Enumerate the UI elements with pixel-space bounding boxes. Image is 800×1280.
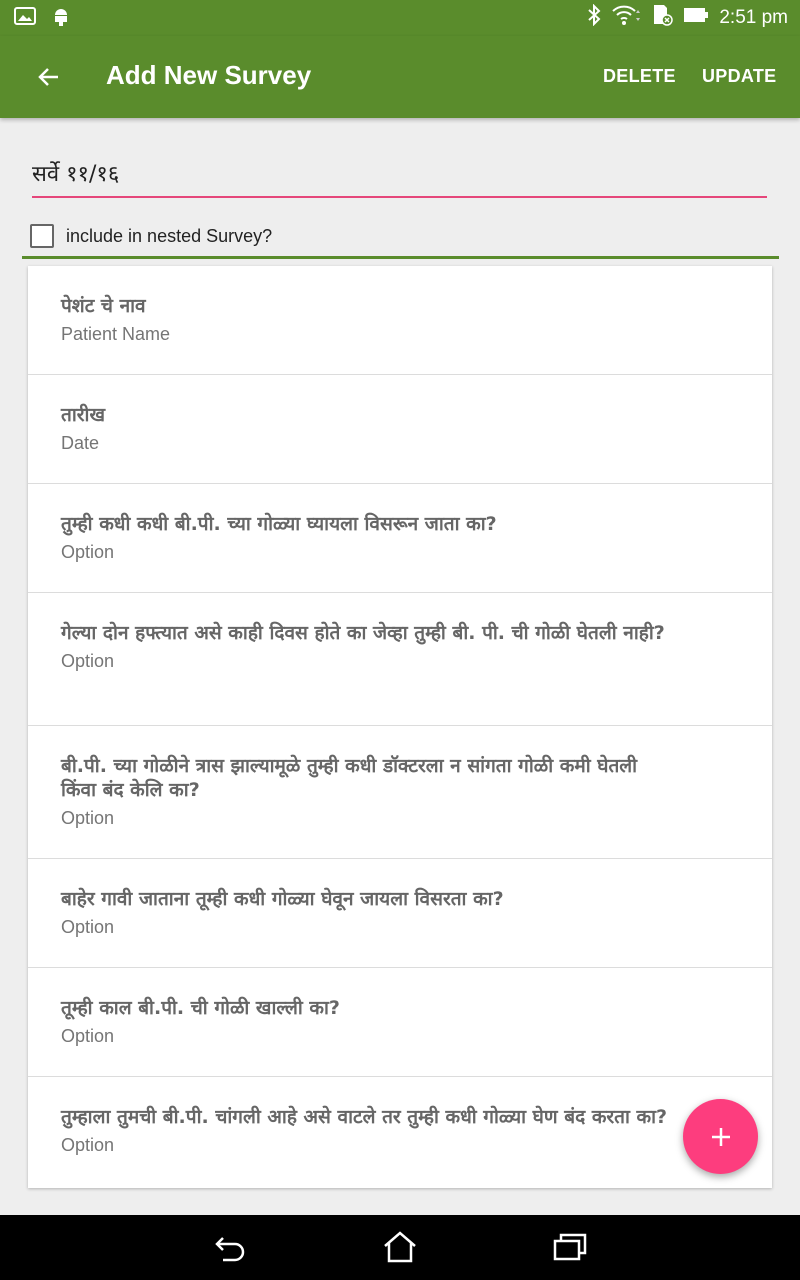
nested-survey-option[interactable]: include in nested Survey? — [30, 222, 272, 250]
question-type: Date — [61, 433, 100, 453]
list-item[interactable]: पेशंट चे नाव Patient Name — [28, 266, 772, 375]
question-text: तुम्हाला तुमची बी.पी. चांगली आहे असे वाट… — [61, 1106, 668, 1128]
update-button[interactable]: UPDATE — [702, 66, 776, 87]
divider — [22, 256, 779, 259]
back-nav-icon — [215, 1237, 245, 1262]
home-icon — [384, 1231, 416, 1263]
question-text: तारीख — [61, 404, 105, 426]
bluetooth-icon — [587, 3, 601, 32]
nav-bar — [0, 1215, 800, 1280]
list-item[interactable]: बाहेर गावी जाताना तूम्ही कधी गोळ्या घेवू… — [28, 859, 772, 968]
clock-time: 2:51 pm — [719, 7, 788, 28]
wifi-icon — [611, 4, 641, 32]
question-type: Option — [61, 917, 115, 937]
app-bar: Add New Survey DELETE UPDATE — [0, 36, 800, 118]
nav-back-button[interactable] — [210, 1229, 250, 1265]
survey-title-input[interactable]: सर्वे ११/१६ — [32, 158, 767, 198]
question-type: Option — [61, 651, 115, 671]
question-text: बी.पी. च्या गोळीने त्रास झाल्यामूळे तुम्… — [61, 755, 638, 801]
question-text: पेशंट चे नाव — [61, 295, 146, 317]
nav-recents-button[interactable] — [550, 1229, 590, 1265]
status-bar: 2:51 pm — [0, 0, 800, 36]
image-icon — [14, 7, 36, 30]
arrow-back-icon — [38, 68, 58, 86]
plus-icon — [711, 1127, 730, 1146]
android-icon — [52, 6, 70, 31]
question-text: बाहेर गावी जाताना तूम्ही कधी गोळ्या घेवू… — [61, 888, 504, 910]
nested-survey-label: include in nested Survey? — [66, 225, 273, 246]
delete-button[interactable]: DELETE — [603, 66, 676, 87]
list-item[interactable]: तूम्ही काल बी.पी. ची गोळी खाल्ली का? Opt… — [28, 968, 772, 1077]
question-type: Option — [61, 1135, 115, 1155]
questions-card: पेशंट चे नाव Patient Name तारीख Date तुम… — [28, 266, 772, 1188]
list-item[interactable]: गेल्या दोन हफ्त्यात असे काही दिवस होते क… — [28, 593, 772, 726]
question-type: Option — [61, 808, 115, 828]
question-text: तुम्ही कधी कधी बी.पी. च्या गोळ्या घ्यायल… — [61, 513, 497, 535]
list-item[interactable]: तुम्हाला तुमची बी.पी. चांगली आहे असे वाट… — [28, 1077, 772, 1188]
question-type: Patient Name — [61, 324, 171, 344]
question-type: Option — [61, 1026, 115, 1046]
nav-home-button[interactable] — [380, 1229, 420, 1265]
list-item[interactable]: तारीख Date — [28, 375, 772, 484]
page-title: Add New Survey — [106, 60, 312, 90]
list-item[interactable]: बी.पी. च्या गोळीने त्रास झाल्यामूळे तुम्… — [28, 726, 772, 859]
list-item[interactable]: तुम्ही कधी कधी बी.पी. च्या गोळ्या घ्यायल… — [28, 484, 772, 593]
battery-icon — [683, 7, 709, 29]
add-question-button[interactable] — [683, 1099, 758, 1174]
question-type: Option — [61, 542, 115, 562]
question-text: तूम्ही काल बी.पी. ची गोळी खाल्ली का? — [61, 997, 340, 1019]
question-text: गेल्या दोन हफ्त्यात असे काही दिवस होते क… — [61, 622, 665, 644]
sd-card-icon — [651, 4, 674, 32]
back-button[interactable] — [30, 58, 68, 96]
nested-survey-checkbox[interactable] — [30, 224, 54, 248]
recents-icon — [553, 1233, 587, 1261]
